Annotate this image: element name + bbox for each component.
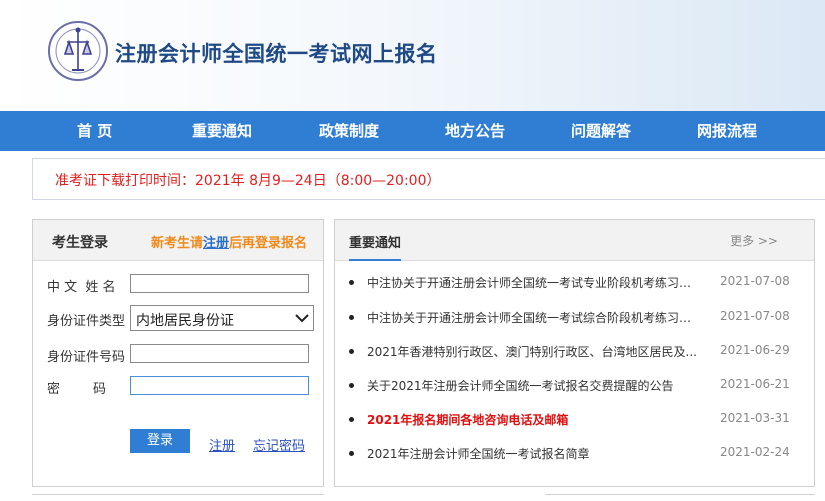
main-nav: 首 页 重要通知 政策制度 地方公告 问题解答 网报流程 <box>0 111 825 151</box>
more-link[interactable]: 更多 >> <box>730 232 778 249</box>
news-item[interactable]: 2021年香港特别行政区、澳门特别行政区、台湾地区居民及... 2021-06-… <box>349 342 797 362</box>
id-type-select[interactable]: 内地居民身份证 <box>130 305 314 331</box>
site-title: 注册会计师全国统一考试网上报名 <box>115 42 438 66</box>
nav-local-announcement[interactable]: 地方公告 <box>445 111 505 151</box>
news-item[interactable]: 中注协关于开通注册会计师全国统一考试专业阶段机考练习网站... 2021-07-… <box>349 273 797 293</box>
news-item-title: 2021年报名期间各地咨询电话及邮箱 <box>367 413 569 427</box>
news-item-title: 关于2021年注册会计师全国统一考试报名交费提醒的公告 <box>367 379 674 393</box>
news-item-title: 2021年注册会计师全国统一考试报名简章 <box>367 447 590 461</box>
nav-important-notice[interactable]: 重要通知 <box>192 111 252 151</box>
news-item[interactable]: 关于2021年注册会计师全国统一考试报名交费提醒的公告 2021-06-21 <box>349 376 797 396</box>
id-type-value: 内地居民身份证 <box>136 313 234 329</box>
news-panel: 重要通知 更多 >> 中注协关于开通注册会计师全国统一考试专业阶段机考练习网站.… <box>334 219 815 487</box>
bullet-icon <box>349 417 354 422</box>
nav-policy[interactable]: 政策制度 <box>319 111 379 151</box>
news-item-title: 2021年香港特别行政区、澳门特别行政区、台湾地区居民及... <box>367 345 697 359</box>
news-panel-header: 重要通知 更多 >> <box>335 220 814 261</box>
id-number-label: 身份证件号码 <box>47 350 126 365</box>
news-item-date: 2021-02-24 <box>720 445 790 459</box>
hint-register-link[interactable]: 注册 <box>203 236 229 251</box>
news-item-title: 中注协关于开通注册会计师全国统一考试综合阶段机考练习网站... <box>367 311 697 325</box>
hint-suffix: 后再登录报名 <box>229 236 308 251</box>
id-type-label: 身份证件类型 <box>47 314 126 329</box>
nav-faq[interactable]: 问题解答 <box>571 111 631 151</box>
name-label: 中 文 姓 名 <box>47 280 116 295</box>
bullet-icon <box>349 451 354 456</box>
cicpa-logo-icon <box>48 21 108 81</box>
site-header: 注册会计师全国统一考试网上报名 <box>0 0 825 111</box>
news-item-title: 中注协关于开通注册会计师全国统一考试专业阶段机考练习网站... <box>367 276 697 290</box>
notice-text: 准考证下载打印时间：2021年 8月9—24日（8:00—20:00） <box>55 173 441 189</box>
id-number-input[interactable] <box>130 344 309 363</box>
password-label: 密 码 <box>47 382 107 397</box>
login-panel-header: 考生登录 新考生请注册后再登录报名 <box>33 220 323 261</box>
password-input[interactable] <box>130 376 309 395</box>
login-title: 考生登录 <box>52 235 108 251</box>
news-item-date: 2021-03-31 <box>720 411 790 425</box>
bullet-icon <box>349 315 354 320</box>
bullet-icon <box>349 280 354 285</box>
name-input[interactable] <box>130 274 309 293</box>
news-item-date: 2021-07-08 <box>720 309 790 323</box>
forgot-password-link[interactable]: 忘记密码 <box>253 435 305 454</box>
login-button[interactable]: 登录 <box>130 429 190 453</box>
nav-process[interactable]: 网报流程 <box>697 111 757 151</box>
chevron-down-icon <box>295 314 309 323</box>
nav-home[interactable]: 首 页 <box>77 111 112 151</box>
bullet-icon <box>349 383 354 388</box>
news-item-date: 2021-06-21 <box>720 377 790 391</box>
news-item-date: 2021-06-29 <box>720 343 790 357</box>
notice-bar: 准考证下载打印时间：2021年 8月9—24日（8:00—20:00） <box>32 158 825 200</box>
register-link[interactable]: 注册 <box>209 435 235 454</box>
news-title: 重要通知 <box>349 232 402 261</box>
register-hint: 新考生请注册后再登录报名 <box>151 232 307 251</box>
news-item[interactable]: 中注协关于开通注册会计师全国统一考试综合阶段机考练习网站... 2021-07-… <box>349 308 797 328</box>
login-panel: 考生登录 新考生请注册后再登录报名 中 文 姓 名 身份证件类型 内地居民身份证… <box>32 219 324 487</box>
news-item[interactable]: 2021年报名期间各地咨询电话及邮箱 2021-03-31 <box>349 410 797 430</box>
news-item-date: 2021-07-08 <box>720 274 790 288</box>
bullet-icon <box>349 349 354 354</box>
news-item[interactable]: 2021年注册会计师全国统一考试报名简章 2021-02-24 <box>349 444 797 464</box>
hint-prefix: 新考生请 <box>151 236 204 251</box>
